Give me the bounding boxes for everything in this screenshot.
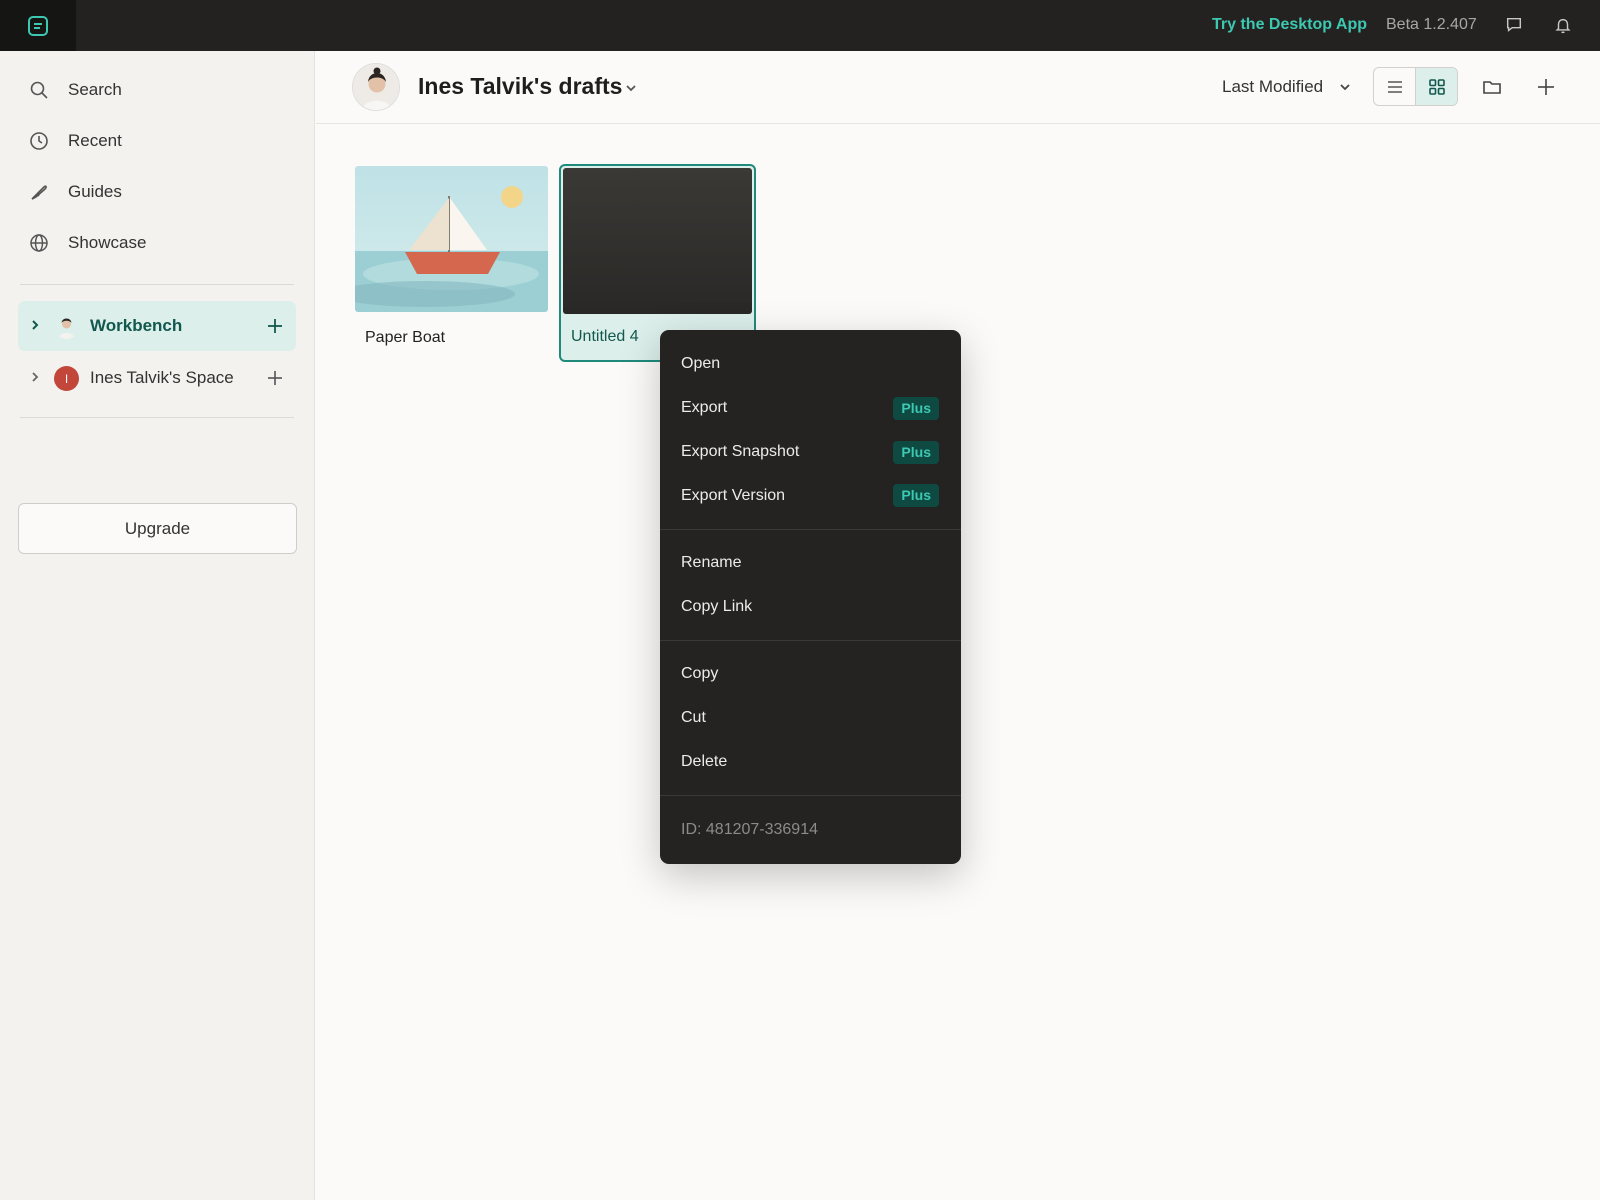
version-label: Beta 1.2.407 — [1386, 16, 1477, 33]
sidebar-item-label: Showcase — [68, 233, 147, 252]
sidebar-item-recent[interactable]: Recent — [28, 126, 122, 156]
menu-separator — [660, 529, 961, 530]
file-card[interactable]: Paper Boat — [355, 166, 548, 346]
sort-dropdown[interactable]: Last Modified — [1222, 77, 1323, 97]
space-name: Ines Talvik's Space — [90, 368, 234, 387]
sidebar-item-label: Guides — [68, 182, 122, 201]
menu-separator — [660, 640, 961, 641]
chevron-right-icon[interactable] — [28, 370, 42, 384]
view-toggle — [1373, 67, 1458, 106]
file-name: Paper Boat — [365, 329, 446, 346]
globe-icon — [30, 234, 48, 252]
quill-icon — [31, 185, 47, 200]
menu-item-copy[interactable]: Copy — [681, 665, 718, 683]
menu-item-export-snapshot[interactable]: Export Snapshot — [681, 443, 799, 461]
plus-badge: Plus — [893, 484, 939, 507]
sidebar-divider — [20, 284, 294, 285]
file-thumbnail — [563, 168, 752, 314]
sidebar-item-search[interactable]: Search — [28, 75, 122, 105]
sidebar: Search Recent Guides Showcase Workbench … — [0, 51, 315, 1200]
space-name: Workbench — [90, 316, 183, 335]
page-title[interactable]: Ines Talvik's drafts — [418, 73, 622, 100]
menu-item-rename[interactable]: Rename — [681, 554, 741, 572]
menu-item-delete[interactable]: Delete — [681, 753, 727, 771]
menu-separator — [660, 795, 961, 796]
list-view-button[interactable] — [1374, 68, 1415, 105]
sidebar-item-guides[interactable]: Guides — [28, 177, 122, 207]
chevron-down-icon[interactable] — [624, 81, 638, 95]
avatar-initial: I — [54, 366, 79, 391]
upgrade-button[interactable]: Upgrade — [18, 503, 297, 554]
plus-badge: Plus — [893, 397, 939, 420]
avatar[interactable] — [352, 63, 400, 111]
top-bar: Try the Desktop App Beta 1.2.407 — [0, 0, 1600, 51]
chevron-right-icon[interactable] — [28, 318, 42, 332]
menu-item-open[interactable]: Open — [681, 355, 720, 373]
clock-icon — [30, 132, 48, 150]
sidebar-divider — [20, 417, 294, 418]
grid-icon — [1428, 78, 1445, 95]
file-name: Untitled 4 — [571, 328, 639, 345]
chevron-down-icon[interactable] — [1338, 80, 1352, 94]
sidebar-item-showcase[interactable]: Showcase — [28, 228, 146, 258]
file-id-label: ID: 481207-336914 — [681, 821, 818, 838]
desktop-app-link[interactable]: Try the Desktop App — [1212, 16, 1367, 34]
bell-icon[interactable] — [1552, 14, 1574, 36]
add-icon[interactable] — [266, 317, 284, 335]
avatar — [54, 314, 79, 339]
menu-item-export-version[interactable]: Export Version — [681, 487, 785, 505]
plus-badge: Plus — [893, 441, 939, 464]
sidebar-item-label: Search — [68, 80, 122, 99]
add-icon[interactable] — [266, 369, 284, 387]
sidebar-space-ines[interactable]: I Ines Talvik's Space — [18, 353, 296, 403]
menu-item-copy-link[interactable]: Copy Link — [681, 598, 752, 616]
list-icon — [1387, 80, 1402, 93]
add-file-icon[interactable] — [1535, 76, 1557, 98]
sidebar-space-workbench[interactable]: Workbench — [18, 301, 296, 351]
folder-icon[interactable] — [1481, 76, 1503, 98]
content-header: Ines Talvik's drafts Last Modified — [316, 51, 1600, 124]
sidebar-item-label: Recent — [68, 131, 122, 150]
menu-item-cut[interactable]: Cut — [681, 709, 706, 727]
search-icon — [30, 81, 48, 99]
context-menu: Open Export Plus Export Snapshot Plus Ex… — [660, 330, 961, 864]
feedback-icon[interactable] — [1503, 14, 1525, 36]
menu-item-export[interactable]: Export — [681, 399, 727, 417]
grid-view-button[interactable] — [1415, 68, 1457, 105]
app-logo-icon[interactable] — [0, 0, 76, 51]
file-thumbnail — [355, 166, 548, 312]
